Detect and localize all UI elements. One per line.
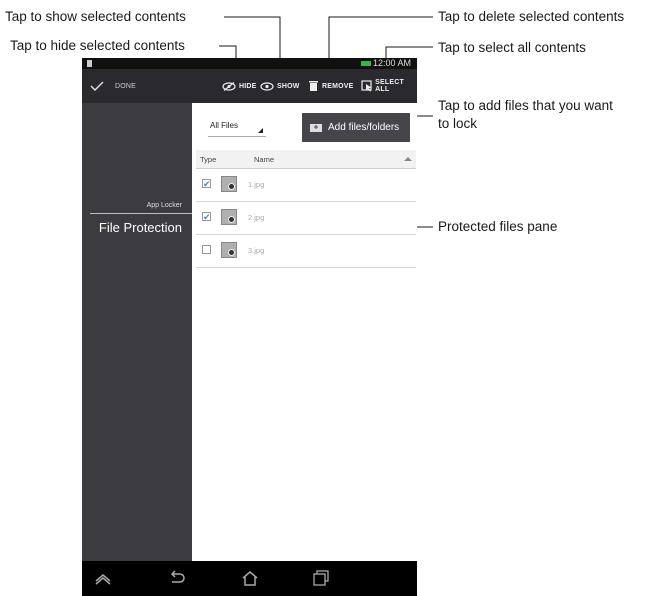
main-content: All Files Add files/folders Type Name ✔ …: [192, 103, 417, 561]
select-all-button[interactable]: SELECT ALL: [361, 69, 417, 103]
hide-button[interactable]: HIDE: [222, 69, 257, 103]
callout-select-all: Tap to select all contents: [438, 40, 586, 55]
sidebar-divider: [90, 213, 192, 214]
show-button[interactable]: SHOW: [260, 69, 300, 103]
table-row[interactable]: 3.jpg: [196, 235, 416, 268]
lock-badge-icon: [228, 183, 235, 190]
image-thumbnail-icon: [221, 209, 237, 225]
callout-add-line1: Tap to add files that you want: [438, 98, 613, 113]
done-label: DONE: [115, 82, 137, 90]
eye-slash-icon: [222, 81, 236, 91]
add-files-label: Add files/folders: [328, 122, 400, 133]
battery-icon: [361, 61, 371, 66]
sidebar-item-file-protection[interactable]: File Protection: [99, 220, 182, 235]
table-header: Type Name: [196, 150, 416, 169]
status-time: 12:00 AM: [372, 58, 411, 68]
action-bar: DONE HIDE SHOW REMOVE SELECT ALL: [82, 69, 417, 103]
recent-apps-icon[interactable]: [312, 570, 330, 586]
lock-badge-icon: [228, 249, 235, 256]
remove-label: REMOVE: [322, 82, 354, 90]
status-bar: 12:00 AM: [82, 58, 417, 69]
callout-pane: Protected files pane: [438, 219, 558, 234]
callout-hide: Tap to hide selected contents: [10, 38, 185, 53]
done-button[interactable]: DONE: [90, 69, 136, 103]
file-name: 1.jpg: [248, 180, 265, 189]
sd-card-icon: [87, 60, 92, 67]
row-checkbox[interactable]: ✔: [202, 179, 211, 189]
table-row[interactable]: ✔ 2.jpg: [196, 202, 416, 235]
file-name: 3.jpg: [248, 246, 265, 255]
row-checkbox[interactable]: [202, 245, 211, 254]
tablet-screen: 12:00 AM DONE HIDE SHOW REMOVE SELECT AL…: [82, 58, 417, 596]
filter-underline: [208, 136, 266, 137]
column-name[interactable]: Name: [254, 155, 274, 164]
file-name: 2.jpg: [248, 213, 265, 222]
sort-up-icon[interactable]: [404, 157, 412, 161]
trash-icon: [309, 81, 318, 91]
dropdown-arrow-icon: [258, 128, 263, 133]
callout-show: Tap to show selected contents: [5, 9, 186, 24]
remove-button[interactable]: REMOVE: [308, 69, 354, 103]
image-thumbnail-icon: [221, 242, 237, 258]
protected-files-table: Type Name ✔ 1.jpg ✔ 2.jpg 3.jpg: [196, 150, 416, 300]
file-filter-dropdown[interactable]: All Files: [208, 121, 266, 137]
home-icon[interactable]: [241, 570, 259, 586]
select-all-label: SELECT ALL: [375, 79, 404, 93]
callout-remove: Tap to delete selected contents: [438, 9, 625, 24]
filter-label: All Files: [210, 121, 239, 130]
eye-icon: [260, 81, 274, 91]
column-type[interactable]: Type: [200, 155, 216, 164]
check-icon: [90, 81, 104, 91]
navigation-bar: [82, 561, 417, 596]
sidebar: App Locker File Protection: [82, 103, 192, 561]
select-all-icon: [361, 80, 372, 92]
recent-apps-arrow-icon[interactable]: [94, 570, 112, 586]
add-files-button[interactable]: Add files/folders: [302, 113, 410, 142]
add-folder-icon: [310, 124, 322, 132]
back-icon[interactable]: [168, 570, 186, 586]
hide-label: HIDE: [239, 82, 257, 90]
row-checkbox[interactable]: ✔: [202, 212, 211, 222]
sidebar-section-title: App Locker: [146, 202, 182, 209]
callout-add-line2: to lock: [438, 116, 478, 131]
table-row[interactable]: ✔ 1.jpg: [196, 169, 416, 202]
image-thumbnail-icon: [221, 176, 237, 192]
show-label: SHOW: [277, 82, 300, 90]
lock-badge-icon: [228, 216, 235, 223]
